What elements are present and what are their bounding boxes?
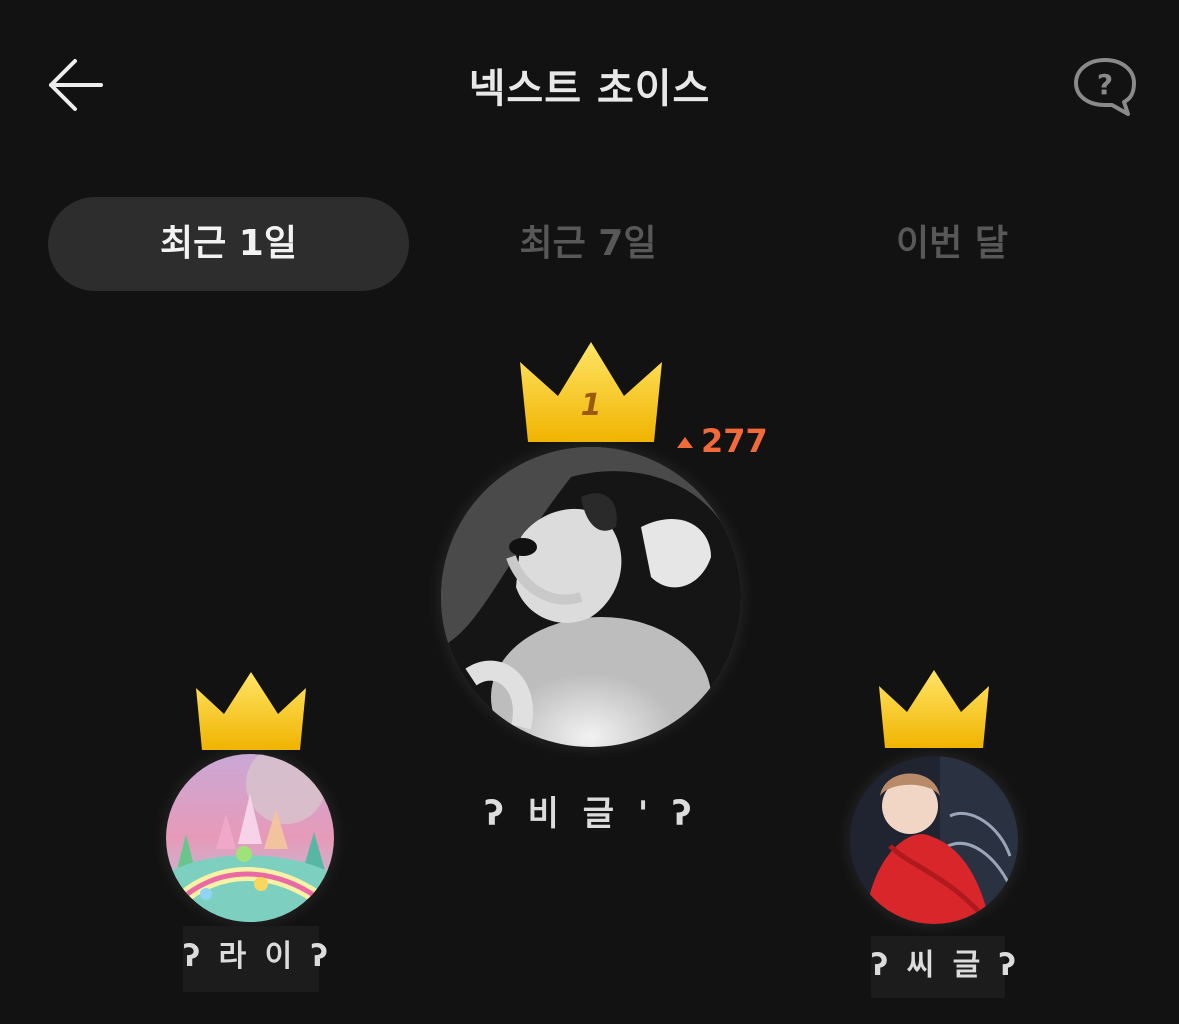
rank-change: 277 xyxy=(677,422,768,460)
dog-photo xyxy=(441,447,741,747)
crown-gold-icon xyxy=(196,672,306,750)
person-photo xyxy=(850,756,1018,924)
period-tabs: 최근 1일 최근 7일 이번 달 xyxy=(48,197,1138,291)
up-triangle-icon xyxy=(677,436,693,448)
crown-gold-icon xyxy=(879,670,989,748)
rank-change-value: 277 xyxy=(701,422,768,460)
svg-text:?: ? xyxy=(1097,68,1113,101)
help-button[interactable]: ? xyxy=(1068,52,1142,118)
tab-recent-1-day[interactable]: 최근 1일 xyxy=(48,197,409,291)
avatar[interactable] xyxy=(850,756,1018,924)
rank-nickname: ʔ 라 이 ʔ xyxy=(183,926,328,992)
question-bubble-icon: ? xyxy=(1074,58,1136,116)
rank-nickname: ʔ 비 글 ' ʔ xyxy=(484,794,698,834)
rank-nickname: ʔ 씨 글 ʔ xyxy=(871,936,1016,998)
rank-number-label: 1 xyxy=(580,388,602,423)
page-title: 넥스트 초이스 xyxy=(468,66,711,112)
candy-land-image xyxy=(166,754,334,922)
avatar[interactable] xyxy=(166,754,334,922)
tab-this-month[interactable]: 이번 달 xyxy=(772,197,1132,291)
avatar[interactable] xyxy=(441,447,741,747)
tab-recent-7-days[interactable]: 최근 7일 xyxy=(408,197,768,291)
